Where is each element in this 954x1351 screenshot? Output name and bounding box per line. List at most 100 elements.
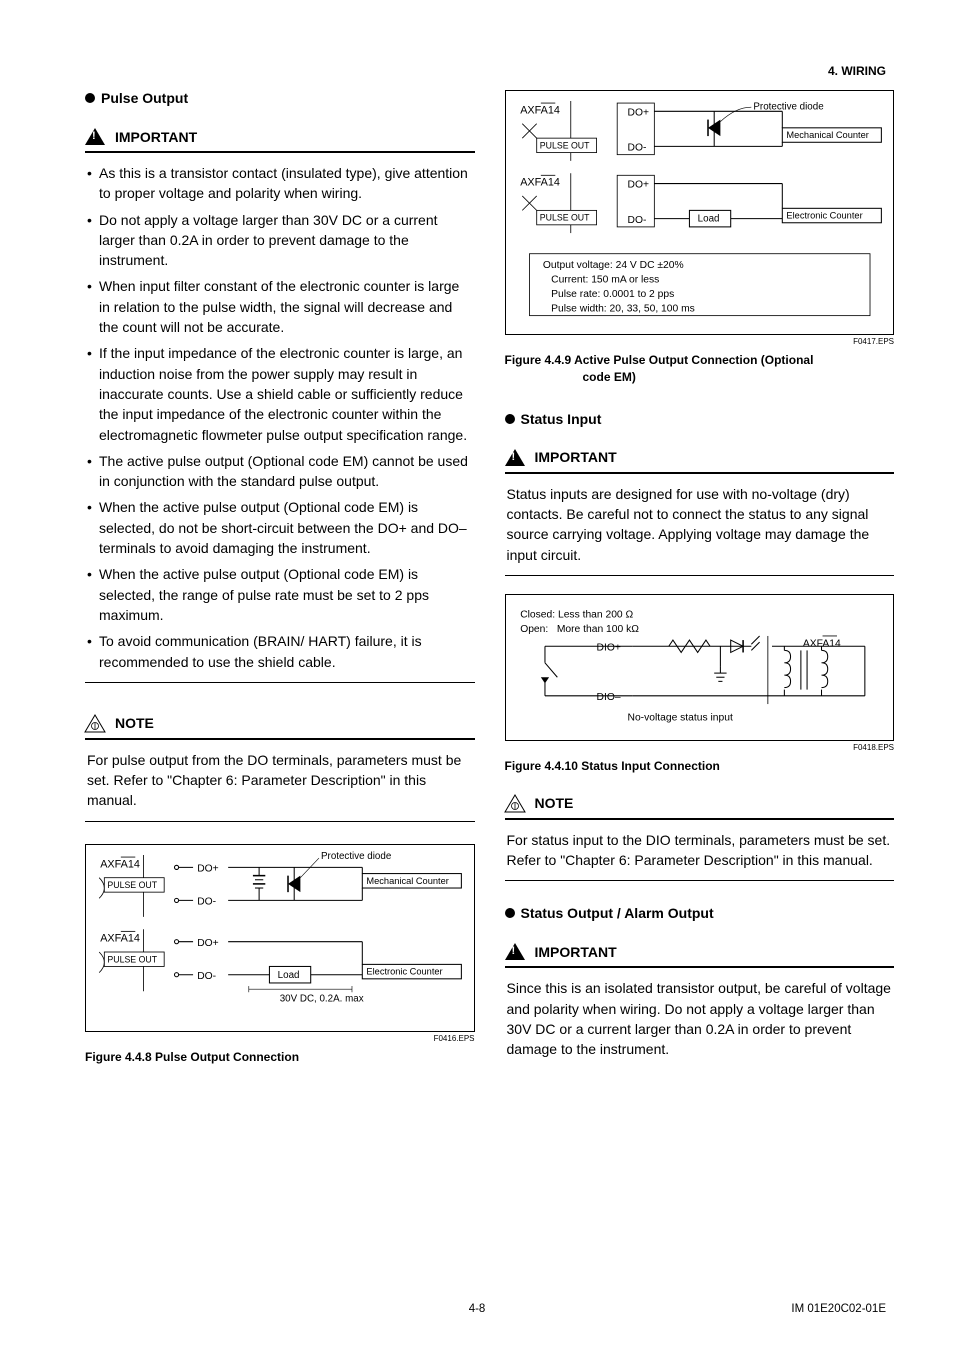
- figure-448-eps: F0416.EPS: [85, 1034, 475, 1043]
- note-header: NOTE: [85, 711, 475, 740]
- bullet-item: To avoid communication (BRAIN/ HART) fai…: [87, 631, 471, 672]
- divider: [85, 821, 475, 822]
- svg-text:Electronic Counter: Electronic Counter: [786, 211, 862, 221]
- svg-text:Open: More than 100 kΩ: Open: More than 100 kΩ: [520, 624, 639, 635]
- important-block-pulse: IMPORTANT As this is a transistor contac…: [85, 124, 475, 683]
- svg-text:DO+: DO+: [197, 938, 218, 949]
- bullet-item: The active pulse output (Optional code E…: [87, 451, 471, 492]
- status-output-heading: Status Output / Alarm Output: [505, 905, 895, 921]
- warning-icon: [505, 943, 525, 960]
- important-bullet-list: As this is a transistor contact (insulat…: [85, 163, 475, 672]
- svg-text:DO-: DO-: [627, 143, 646, 154]
- important-header: IMPORTANT: [505, 445, 895, 474]
- bullet-item: When the active pulse output (Optional c…: [87, 497, 471, 558]
- svg-text:Mechanical Counter: Mechanical Counter: [786, 130, 868, 140]
- svg-text:Load: Load: [278, 970, 300, 981]
- note-block-pulse: NOTE For pulse output from the DO termin…: [85, 711, 475, 822]
- svg-text:DO-: DO-: [197, 896, 216, 907]
- figure-4410-title: Figure 4.4.10 Status Input Connection: [505, 758, 895, 774]
- note-icon: [85, 715, 105, 732]
- svg-text:Protective diode: Protective diode: [753, 101, 824, 112]
- bullet-icon: [505, 414, 515, 424]
- heading-text: Status Input: [521, 411, 602, 427]
- right-column: AXFA14 PULSE OUT DO+ DO- Protective diod…: [505, 90, 895, 1073]
- svg-text:No-voltage status input: No-voltage status input: [627, 713, 732, 724]
- figure-4410-diagram: Closed: Less than 200 Ω Open: More than …: [514, 605, 886, 729]
- svg-text:AXFA14: AXFA14: [100, 932, 140, 944]
- doc-id: IM 01E20C02-01E: [791, 1303, 886, 1315]
- figure-448-box: AXFA14 PULSE OUT DO+ DO-: [85, 844, 475, 1033]
- svg-text:DO+: DO+: [627, 180, 648, 191]
- heading-text: Status Output / Alarm Output: [521, 905, 714, 921]
- important-block-status-output: IMPORTANT Since this is an isolated tran…: [505, 939, 895, 1059]
- important-header: IMPORTANT: [505, 939, 895, 968]
- svg-text:Mechanical Counter: Mechanical Counter: [366, 876, 448, 886]
- figure-449-box: AXFA14 PULSE OUT DO+ DO- Protective diod…: [505, 90, 895, 335]
- warning-icon: [85, 128, 105, 145]
- note-label: NOTE: [115, 715, 154, 731]
- section-header: 4. WIRING: [828, 64, 886, 78]
- divider: [505, 575, 895, 576]
- svg-text:DIO–: DIO–: [596, 692, 620, 703]
- svg-text:DIO+: DIO+: [596, 642, 620, 653]
- two-column-layout: Pulse Output IMPORTANT As this is a tran…: [85, 90, 894, 1073]
- svg-text:AXFA14: AXFA14: [520, 177, 560, 189]
- status-input-heading: Status Input: [505, 411, 895, 427]
- svg-text:DO-: DO-: [197, 971, 216, 982]
- heading-text: Pulse Output: [101, 90, 188, 106]
- svg-text:Current: 150 mA or less: Current: 150 mA or less: [551, 275, 659, 286]
- note-block-status-input: NOTE For status input to the DIO termina…: [505, 791, 895, 882]
- pulse-output-heading: Pulse Output: [85, 90, 475, 106]
- figure-4410-eps: F0418.EPS: [505, 743, 895, 752]
- divider: [85, 682, 475, 683]
- bullet-item: If the input impedance of the electronic…: [87, 343, 471, 444]
- figure-449-title-b: code EM): [505, 369, 895, 385]
- svg-text:Load: Load: [697, 214, 719, 225]
- svg-text:30V DC, 0.2A. max: 30V DC, 0.2A. max: [280, 993, 364, 1004]
- figure-449-title: Figure 4.4.9 Active Pulse Output Connect…: [505, 352, 895, 384]
- bullet-item: Do not apply a voltage larger than 30V D…: [87, 210, 471, 271]
- svg-text:Output voltage: 24 V DC ±20%: Output voltage: 24 V DC ±20%: [542, 260, 683, 271]
- note-icon: [505, 795, 525, 812]
- note-body: For pulse output from the DO terminals, …: [85, 750, 475, 811]
- svg-text:AXFA14: AXFA14: [520, 104, 560, 116]
- divider: [505, 880, 895, 881]
- important-label: IMPORTANT: [535, 449, 617, 465]
- bullet-item: When the active pulse output (Optional c…: [87, 564, 471, 625]
- svg-text:PULSE OUT: PULSE OUT: [107, 954, 157, 964]
- figure-449-eps: F0417.EPS: [505, 337, 895, 346]
- bullet-item: As this is a transistor contact (insulat…: [87, 163, 471, 204]
- note-body: For status input to the DIO terminals, p…: [505, 830, 895, 871]
- important-label: IMPORTANT: [535, 944, 617, 960]
- important-body: Status inputs are designed for use with …: [505, 484, 895, 565]
- important-header: IMPORTANT: [85, 124, 475, 153]
- page-number: 4-8: [469, 1303, 486, 1315]
- bullet-icon: [505, 908, 515, 918]
- bullet-item: When input filter constant of the electr…: [87, 276, 471, 337]
- svg-text:DO+: DO+: [627, 107, 648, 118]
- left-column: Pulse Output IMPORTANT As this is a tran…: [85, 90, 475, 1073]
- note-label: NOTE: [535, 795, 574, 811]
- important-body: Since this is an isolated transistor out…: [505, 978, 895, 1059]
- svg-text:Protective diode: Protective diode: [321, 851, 392, 862]
- important-block-status-input: IMPORTANT Status inputs are designed for…: [505, 445, 895, 576]
- svg-text:Pulse width: 20, 33, 50, 100 m: Pulse width: 20, 33, 50, 100 ms: [551, 304, 695, 315]
- svg-text:PULSE OUT: PULSE OUT: [539, 140, 589, 150]
- page-footer: 4-8 IM 01E20C02-01E: [0, 1303, 954, 1315]
- figure-448-title: Figure 4.4.8 Pulse Output Connection: [85, 1049, 475, 1065]
- svg-text:AXFA14: AXFA14: [100, 858, 140, 870]
- svg-text:DO+: DO+: [197, 863, 218, 874]
- svg-text:PULSE OUT: PULSE OUT: [539, 213, 589, 223]
- svg-text:Closed: Less than 200 Ω: Closed: Less than 200 Ω: [520, 609, 633, 620]
- important-label: IMPORTANT: [115, 129, 197, 145]
- figure-4410-box: Closed: Less than 200 Ω Open: More than …: [505, 594, 895, 741]
- figure-448-diagram: AXFA14 PULSE OUT DO+ DO-: [94, 855, 466, 1020]
- svg-text:Electronic Counter: Electronic Counter: [366, 966, 442, 976]
- note-header: NOTE: [505, 791, 895, 820]
- figure-449-title-a: Figure 4.4.9 Active Pulse Output Connect…: [505, 353, 814, 367]
- svg-text:Pulse rate: 0.0001 to 2 pps: Pulse rate: 0.0001 to 2 pps: [551, 289, 674, 300]
- svg-text:DO-: DO-: [627, 215, 646, 226]
- figure-449-diagram: AXFA14 PULSE OUT DO+ DO- Protective diod…: [514, 101, 886, 323]
- warning-icon: [505, 449, 525, 466]
- svg-text:PULSE OUT: PULSE OUT: [107, 880, 157, 890]
